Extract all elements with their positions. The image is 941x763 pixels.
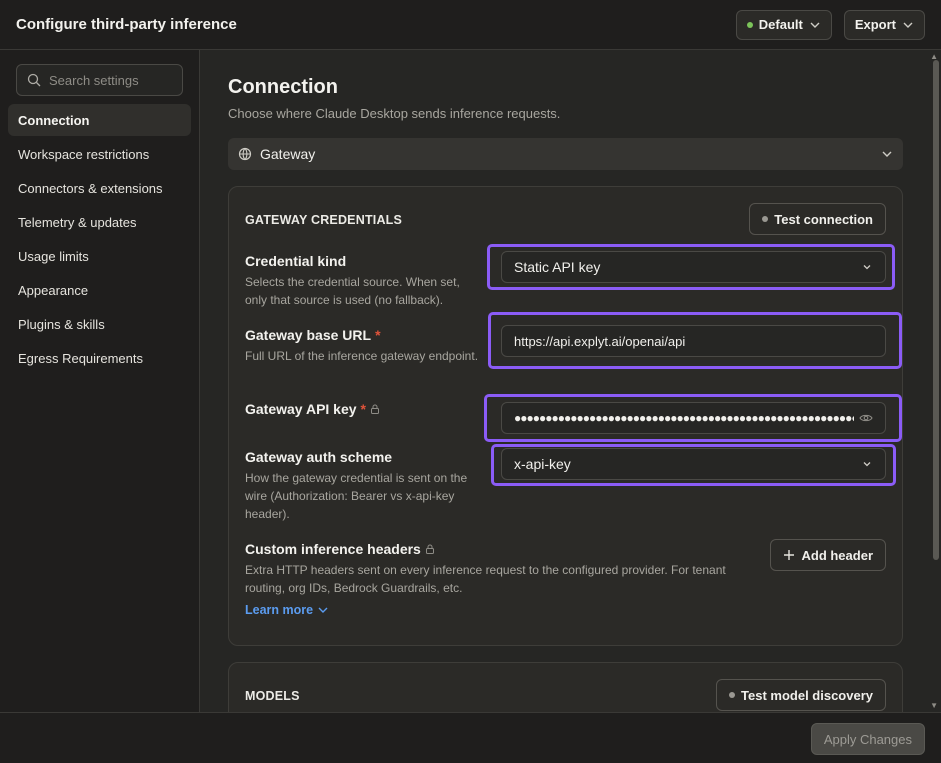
credential-kind-label-text: Credential kind xyxy=(245,253,347,269)
plus-icon xyxy=(784,550,795,560)
sidebar-item-label: Plugins & skills xyxy=(18,316,105,332)
required-asterisk: * xyxy=(360,401,366,417)
auth-scheme-label-text: Gateway auth scheme xyxy=(245,449,393,465)
auth-scheme-select[interactable]: x-api-key xyxy=(501,448,886,480)
sidebar-item-usage-limits[interactable]: Usage limits xyxy=(8,240,191,272)
apply-changes-label: Apply Changes xyxy=(823,731,912,747)
custom-headers-label-text: Custom inference headers xyxy=(245,541,421,557)
profile-label: Default xyxy=(758,17,803,32)
required-asterisk: * xyxy=(375,327,381,343)
scrollbar-thumb[interactable] xyxy=(933,60,939,560)
learn-more-label: Learn more xyxy=(245,603,314,617)
window-title: Configure third-party inference xyxy=(16,16,237,33)
learn-more-link[interactable]: Learn more xyxy=(245,603,329,617)
main-content: ▲ ▼ Connection Choose where Claude Deskt… xyxy=(200,50,941,712)
section-title: GATEWAY CREDENTIALS xyxy=(245,213,403,227)
auth-scheme-value: x-api-key xyxy=(514,456,571,472)
sidebar-item-connectors-extensions[interactable]: Connectors & extensions xyxy=(8,172,191,204)
page-title: Connection xyxy=(228,76,338,98)
models-card: MODELS Test model discovery xyxy=(228,662,903,712)
credential-kind-select[interactable]: Static API key xyxy=(501,251,886,283)
sidebar-item-label: Connection xyxy=(18,112,90,128)
sidebar-item-egress-requirements[interactable]: Egress Requirements xyxy=(8,342,191,374)
gateway-credentials-card: GATEWAY CREDENTIALS Test connection Cred… xyxy=(228,186,903,646)
sidebar-item-label: Appearance xyxy=(18,282,89,298)
chevron-down-icon xyxy=(863,265,871,270)
base-url-input[interactable]: https://api.explyt.ai/openai/api xyxy=(501,325,886,357)
test-connection-button[interactable]: Test connection xyxy=(749,203,886,235)
search-input[interactable]: Search settings xyxy=(16,64,183,96)
chevron-down-icon xyxy=(810,22,820,28)
sidebar-item-workspace-restrictions[interactable]: Workspace restrictions xyxy=(8,138,191,170)
base-url-label: Gateway base URL * xyxy=(245,327,381,343)
title-bar: Configure third-party inference Default … xyxy=(0,0,941,50)
sidebar-item-appearance[interactable]: Appearance xyxy=(8,274,191,306)
custom-headers-label: Custom inference headers xyxy=(245,541,435,557)
chevron-down-icon xyxy=(882,151,892,157)
credential-kind-description: Selects the credential source. When set,… xyxy=(245,275,460,307)
test-model-discovery-button[interactable]: Test model discovery xyxy=(716,679,886,711)
sidebar-item-label: Connectors & extensions xyxy=(18,180,163,196)
api-key-label-text: Gateway API key xyxy=(245,401,357,417)
search-placeholder: Search settings xyxy=(49,72,139,88)
scroll-down-arrow-icon[interactable]: ▼ xyxy=(930,701,938,710)
api-key-label: Gateway API key * xyxy=(245,401,380,417)
provider-select[interactable]: Gateway xyxy=(228,138,903,170)
globe-icon xyxy=(238,147,252,161)
sidebar-item-label: Usage limits xyxy=(18,248,89,264)
export-dropdown[interactable]: Export xyxy=(843,9,925,40)
test-connection-label: Test connection xyxy=(774,211,873,227)
sidebar: Search settings Connection Workspace res… xyxy=(0,50,200,712)
auth-scheme-description: How the gateway credential is sent on th… xyxy=(245,471,468,521)
chevron-down-icon xyxy=(318,607,328,613)
page-subtitle: Choose where Claude Desktop sends infere… xyxy=(228,106,561,121)
auth-scheme-label: Gateway auth scheme xyxy=(245,449,392,465)
credential-kind-label: Credential kind xyxy=(245,253,346,269)
base-url-description: Full URL of the inference gateway endpoi… xyxy=(245,349,479,363)
status-dot-icon xyxy=(762,216,769,222)
add-header-button[interactable]: Add header xyxy=(770,539,886,571)
lock-icon xyxy=(371,404,379,414)
footer-bar: Apply Changes xyxy=(0,712,941,763)
apply-changes-button[interactable]: Apply Changes xyxy=(810,723,925,755)
chevron-down-icon xyxy=(863,462,871,467)
api-key-masked-value: ●●●●●●●●●●●●●●●●●●●●●●●●●●●●●●●●●●●●●●●●… xyxy=(514,411,854,425)
lock-icon xyxy=(425,544,434,554)
status-dot-icon xyxy=(746,21,753,28)
sidebar-item-label: Egress Requirements xyxy=(18,350,143,366)
export-label: Export xyxy=(854,17,896,32)
base-url-value: https://api.explyt.ai/openai/api xyxy=(514,333,686,349)
status-dot-icon xyxy=(729,692,736,698)
custom-headers-description: Extra HTTP headers sent on every inferen… xyxy=(245,563,726,595)
sidebar-item-connection[interactable]: Connection xyxy=(8,104,191,136)
sidebar-item-telemetry-updates[interactable]: Telemetry & updates xyxy=(8,206,191,238)
add-header-label: Add header xyxy=(801,547,873,563)
profile-dropdown[interactable]: Default xyxy=(735,9,832,40)
chevron-down-icon xyxy=(903,22,913,28)
search-icon xyxy=(27,73,41,87)
sidebar-item-plugins-skills[interactable]: Plugins & skills xyxy=(8,308,191,340)
sidebar-item-label: Workspace restrictions xyxy=(18,146,150,162)
provider-value: Gateway xyxy=(260,146,316,162)
sidebar-item-label: Telemetry & updates xyxy=(18,214,137,230)
api-key-input[interactable]: ●●●●●●●●●●●●●●●●●●●●●●●●●●●●●●●●●●●●●●●●… xyxy=(501,402,886,434)
section-title: MODELS xyxy=(245,689,300,703)
eye-icon[interactable] xyxy=(859,411,873,425)
credential-kind-value: Static API key xyxy=(514,259,601,275)
base-url-label-text: Gateway base URL xyxy=(245,327,372,343)
test-model-discovery-label: Test model discovery xyxy=(741,687,873,703)
